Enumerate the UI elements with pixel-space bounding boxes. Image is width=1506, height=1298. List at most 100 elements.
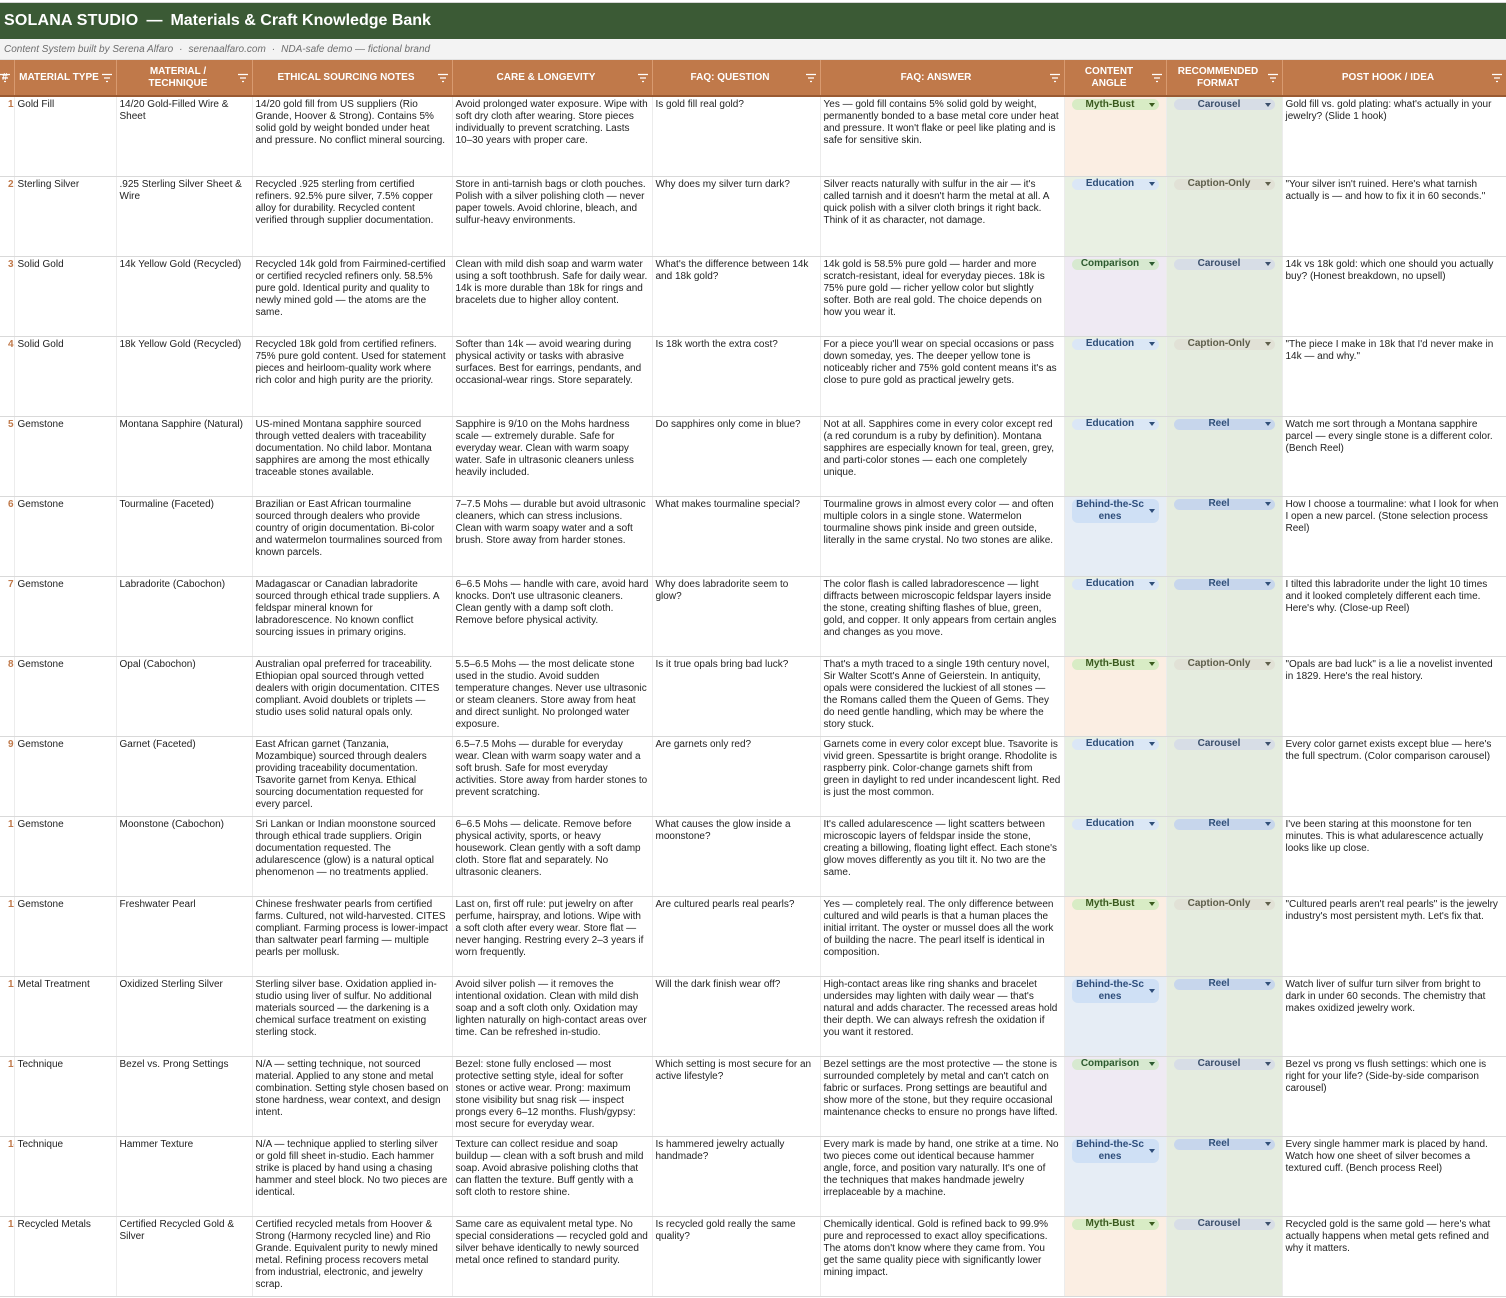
sourcing-notes-cell[interactable]: US-mined Montana sapphire sourced throug… bbox=[252, 416, 453, 497]
recommended-format-dropdown[interactable]: Reel bbox=[1173, 978, 1275, 990]
content-angle-dropdown[interactable]: Education bbox=[1071, 338, 1159, 350]
faq-question-cell[interactable]: Is it true opals bring bad luck? bbox=[652, 656, 821, 737]
filter-icon[interactable] bbox=[1491, 73, 1502, 82]
sourcing-notes-cell[interactable]: East African garnet (Tanzania, Mozambiqu… bbox=[252, 736, 453, 817]
sourcing-notes-cell[interactable]: Madagascar or Canadian labradorite sourc… bbox=[252, 576, 453, 657]
content-angle-dropdown[interactable]: Myth-Bust bbox=[1071, 1218, 1159, 1230]
faq-answer-cell[interactable]: It's called adularescence — light scatte… bbox=[820, 816, 1065, 897]
sourcing-notes-cell[interactable]: Certified recycled metals from Hoover & … bbox=[252, 1216, 453, 1297]
material-technique-cell[interactable]: 14/20 Gold-Filled Wire & Sheet bbox=[116, 96, 253, 177]
post-hook-cell[interactable]: Recycled gold is the same gold — here's … bbox=[1282, 1216, 1506, 1297]
material-technique-cell[interactable]: Tourmaline (Faceted) bbox=[116, 496, 253, 577]
content-angle-dropdown[interactable]: Education bbox=[1071, 738, 1159, 750]
material-technique-cell[interactable]: Montana Sapphire (Natural) bbox=[116, 416, 253, 497]
recommended-format-dropdown[interactable]: Carousel bbox=[1173, 1218, 1275, 1230]
material-technique-cell[interactable]: Moonstone (Cabochon) bbox=[116, 816, 253, 897]
care-longevity-cell[interactable]: Sapphire is 9/10 on the Mohs hardness sc… bbox=[452, 416, 653, 497]
material-technique-cell[interactable]: .925 Sterling Silver Sheet & Wire bbox=[116, 176, 253, 257]
post-hook-cell[interactable]: "Opals are bad luck" is a lie a novelist… bbox=[1282, 656, 1506, 737]
post-hook-cell[interactable]: "Your silver isn't ruined. Here's what t… bbox=[1282, 176, 1506, 257]
row-number[interactable]: 1 bbox=[0, 96, 15, 177]
content-angle-dropdown[interactable]: Myth-Bust bbox=[1071, 99, 1159, 110]
row-number[interactable]: 3 bbox=[0, 256, 15, 337]
faq-answer-cell[interactable]: Tourmaline grows in almost every color —… bbox=[820, 496, 1065, 577]
content-angle-dropdown[interactable]: Education bbox=[1071, 418, 1159, 430]
material-technique-cell[interactable]: 14k Yellow Gold (Recycled) bbox=[116, 256, 253, 337]
care-longevity-cell[interactable]: 7–7.5 Mohs — durable but avoid ultrasoni… bbox=[452, 496, 653, 577]
faq-answer-cell[interactable]: For a piece you'll wear on special occas… bbox=[820, 336, 1065, 417]
sourcing-notes-cell[interactable]: Brazilian or East African tourmaline sou… bbox=[252, 496, 453, 577]
faq-question-cell[interactable]: Is hammered jewelry actually handmade? bbox=[652, 1136, 821, 1217]
faq-question-cell[interactable]: What causes the glow inside a moonstone? bbox=[652, 816, 821, 897]
material-type-cell[interactable]: Gemstone bbox=[14, 416, 117, 497]
content-angle-dropdown[interactable]: Myth-Bust bbox=[1071, 658, 1159, 670]
material-technique-cell[interactable]: Freshwater Pearl bbox=[116, 896, 253, 977]
care-longevity-cell[interactable]: 6–6.5 Mohs — handle with care, avoid har… bbox=[452, 576, 653, 657]
row-number-header[interactable]: # bbox=[0, 60, 15, 97]
recommended-format-dropdown[interactable]: Reel bbox=[1173, 418, 1275, 430]
material-type-cell[interactable]: Technique bbox=[14, 1136, 117, 1217]
faq-answer-cell[interactable]: Yes — gold fill contains 5% solid gold b… bbox=[820, 96, 1065, 177]
material-technique-cell[interactable]: Opal (Cabochon) bbox=[116, 656, 253, 737]
care-longevity-cell[interactable]: Avoid prolonged water exposure. Wipe wit… bbox=[452, 96, 653, 177]
faq-question-cell[interactable]: Are garnets only red? bbox=[652, 736, 821, 817]
sourcing-notes-cell[interactable]: Australian opal preferred for traceabili… bbox=[252, 656, 453, 737]
filter-icon[interactable] bbox=[237, 73, 248, 82]
care-longevity-header[interactable]: Care & Longevity bbox=[452, 60, 653, 97]
material-technique-cell[interactable]: Bezel vs. Prong Settings bbox=[116, 1056, 253, 1137]
recommended-format-header[interactable]: Recommended Format bbox=[1166, 60, 1283, 97]
faq-answer-cell[interactable]: Garnets come in every color except blue.… bbox=[820, 736, 1065, 817]
faq-answer-cell[interactable]: Not at all. Sapphires come in every colo… bbox=[820, 416, 1065, 497]
post-hook-cell[interactable]: I tilted this labradorite under the ligh… bbox=[1282, 576, 1506, 657]
faq-question-cell[interactable]: Which setting is most secure for an acti… bbox=[652, 1056, 821, 1137]
sourcing-notes-cell[interactable]: N/A — technique applied to sterling silv… bbox=[252, 1136, 453, 1217]
post-hook-cell[interactable]: How I choose a tourmaline: what I look f… bbox=[1282, 496, 1506, 577]
sourcing-notes-cell[interactable]: Recycled .925 sterling from certified re… bbox=[252, 176, 453, 257]
material-type-header[interactable]: Material Type bbox=[14, 60, 117, 97]
recommended-format-dropdown[interactable]: Carousel bbox=[1173, 1058, 1275, 1070]
material-type-cell[interactable]: Metal Treatment bbox=[14, 976, 117, 1057]
recommended-format-dropdown[interactable]: Caption-Only bbox=[1173, 178, 1275, 190]
content-angle-dropdown[interactable]: Comparison bbox=[1071, 258, 1159, 270]
material-type-cell[interactable]: Gemstone bbox=[14, 896, 117, 977]
faq-answer-cell[interactable]: Every mark is made by hand, one strike a… bbox=[820, 1136, 1065, 1217]
post-hook-cell[interactable]: "The piece I make in 18k that I'd never … bbox=[1282, 336, 1506, 417]
recommended-format-dropdown[interactable]: Carousel bbox=[1173, 738, 1275, 750]
material-technique-header[interactable]: Material / Technique bbox=[116, 60, 253, 97]
post-hook-cell[interactable]: Gold fill vs. gold plating: what's actua… bbox=[1282, 96, 1506, 177]
faq-answer-cell[interactable]: That's a myth traced to a single 19th ce… bbox=[820, 656, 1065, 737]
care-longevity-cell[interactable]: Last on, first off rule: put jewelry on … bbox=[452, 896, 653, 977]
post-hook-cell[interactable]: "Cultured pearls aren't real pearls" is … bbox=[1282, 896, 1506, 977]
sourcing-notes-cell[interactable]: 14/20 gold fill from US suppliers (Rio G… bbox=[252, 96, 453, 177]
care-longevity-cell[interactable]: 6.5–7.5 Mohs — durable for everyday wear… bbox=[452, 736, 653, 817]
post-hook-cell[interactable]: 14k vs 18k gold: which one should you ac… bbox=[1282, 256, 1506, 337]
care-longevity-cell[interactable]: Clean with mild dish soap and warm water… bbox=[452, 256, 653, 337]
material-type-cell[interactable]: Technique bbox=[14, 1056, 117, 1137]
sourcing-notes-cell[interactable]: Chinese freshwater pearls from certified… bbox=[252, 896, 453, 977]
material-technique-cell[interactable]: Labradorite (Cabochon) bbox=[116, 576, 253, 657]
content-angle-dropdown[interactable]: Behind-the-Scenes bbox=[1071, 1138, 1159, 1163]
row-number[interactable]: 14 bbox=[0, 1136, 15, 1217]
recommended-format-dropdown[interactable]: Caption-Only bbox=[1173, 898, 1275, 910]
filter-icon[interactable] bbox=[0, 73, 10, 82]
material-type-cell[interactable]: Gemstone bbox=[14, 656, 117, 737]
recommended-format-dropdown[interactable]: Reel bbox=[1173, 1138, 1275, 1150]
content-angle-dropdown[interactable]: Education bbox=[1071, 818, 1159, 830]
filter-icon[interactable] bbox=[1151, 73, 1162, 82]
care-longevity-cell[interactable]: 6–6.5 Mohs — delicate. Remove before phy… bbox=[452, 816, 653, 897]
material-type-cell[interactable]: Solid Gold bbox=[14, 336, 117, 417]
sourcing-notes-cell[interactable]: Sterling silver base. Oxidation applied … bbox=[252, 976, 453, 1057]
sourcing-notes-cell[interactable]: Sri Lankan or Indian moonstone sourced t… bbox=[252, 816, 453, 897]
care-longevity-cell[interactable]: 5.5–6.5 Mohs — the most delicate stone u… bbox=[452, 656, 653, 737]
material-type-cell[interactable]: Solid Gold bbox=[14, 256, 117, 337]
material-technique-cell[interactable]: 18k Yellow Gold (Recycled) bbox=[116, 336, 253, 417]
filter-icon[interactable] bbox=[1049, 73, 1060, 82]
material-type-cell[interactable]: Recycled Metals bbox=[14, 1216, 117, 1297]
faq-question-cell[interactable]: Will the dark finish wear off? bbox=[652, 976, 821, 1057]
sourcing-notes-cell[interactable]: Recycled 14k gold from Fairmined-certifi… bbox=[252, 256, 453, 337]
row-number[interactable]: 6 bbox=[0, 496, 15, 577]
care-longevity-cell[interactable]: Store in anti-tarnish bags or cloth pouc… bbox=[452, 176, 653, 257]
row-number[interactable]: 4 bbox=[0, 336, 15, 417]
post-hook-header[interactable]: Post Hook / Idea bbox=[1282, 60, 1506, 97]
post-hook-cell[interactable]: Bezel vs prong vs flush settings: which … bbox=[1282, 1056, 1506, 1137]
